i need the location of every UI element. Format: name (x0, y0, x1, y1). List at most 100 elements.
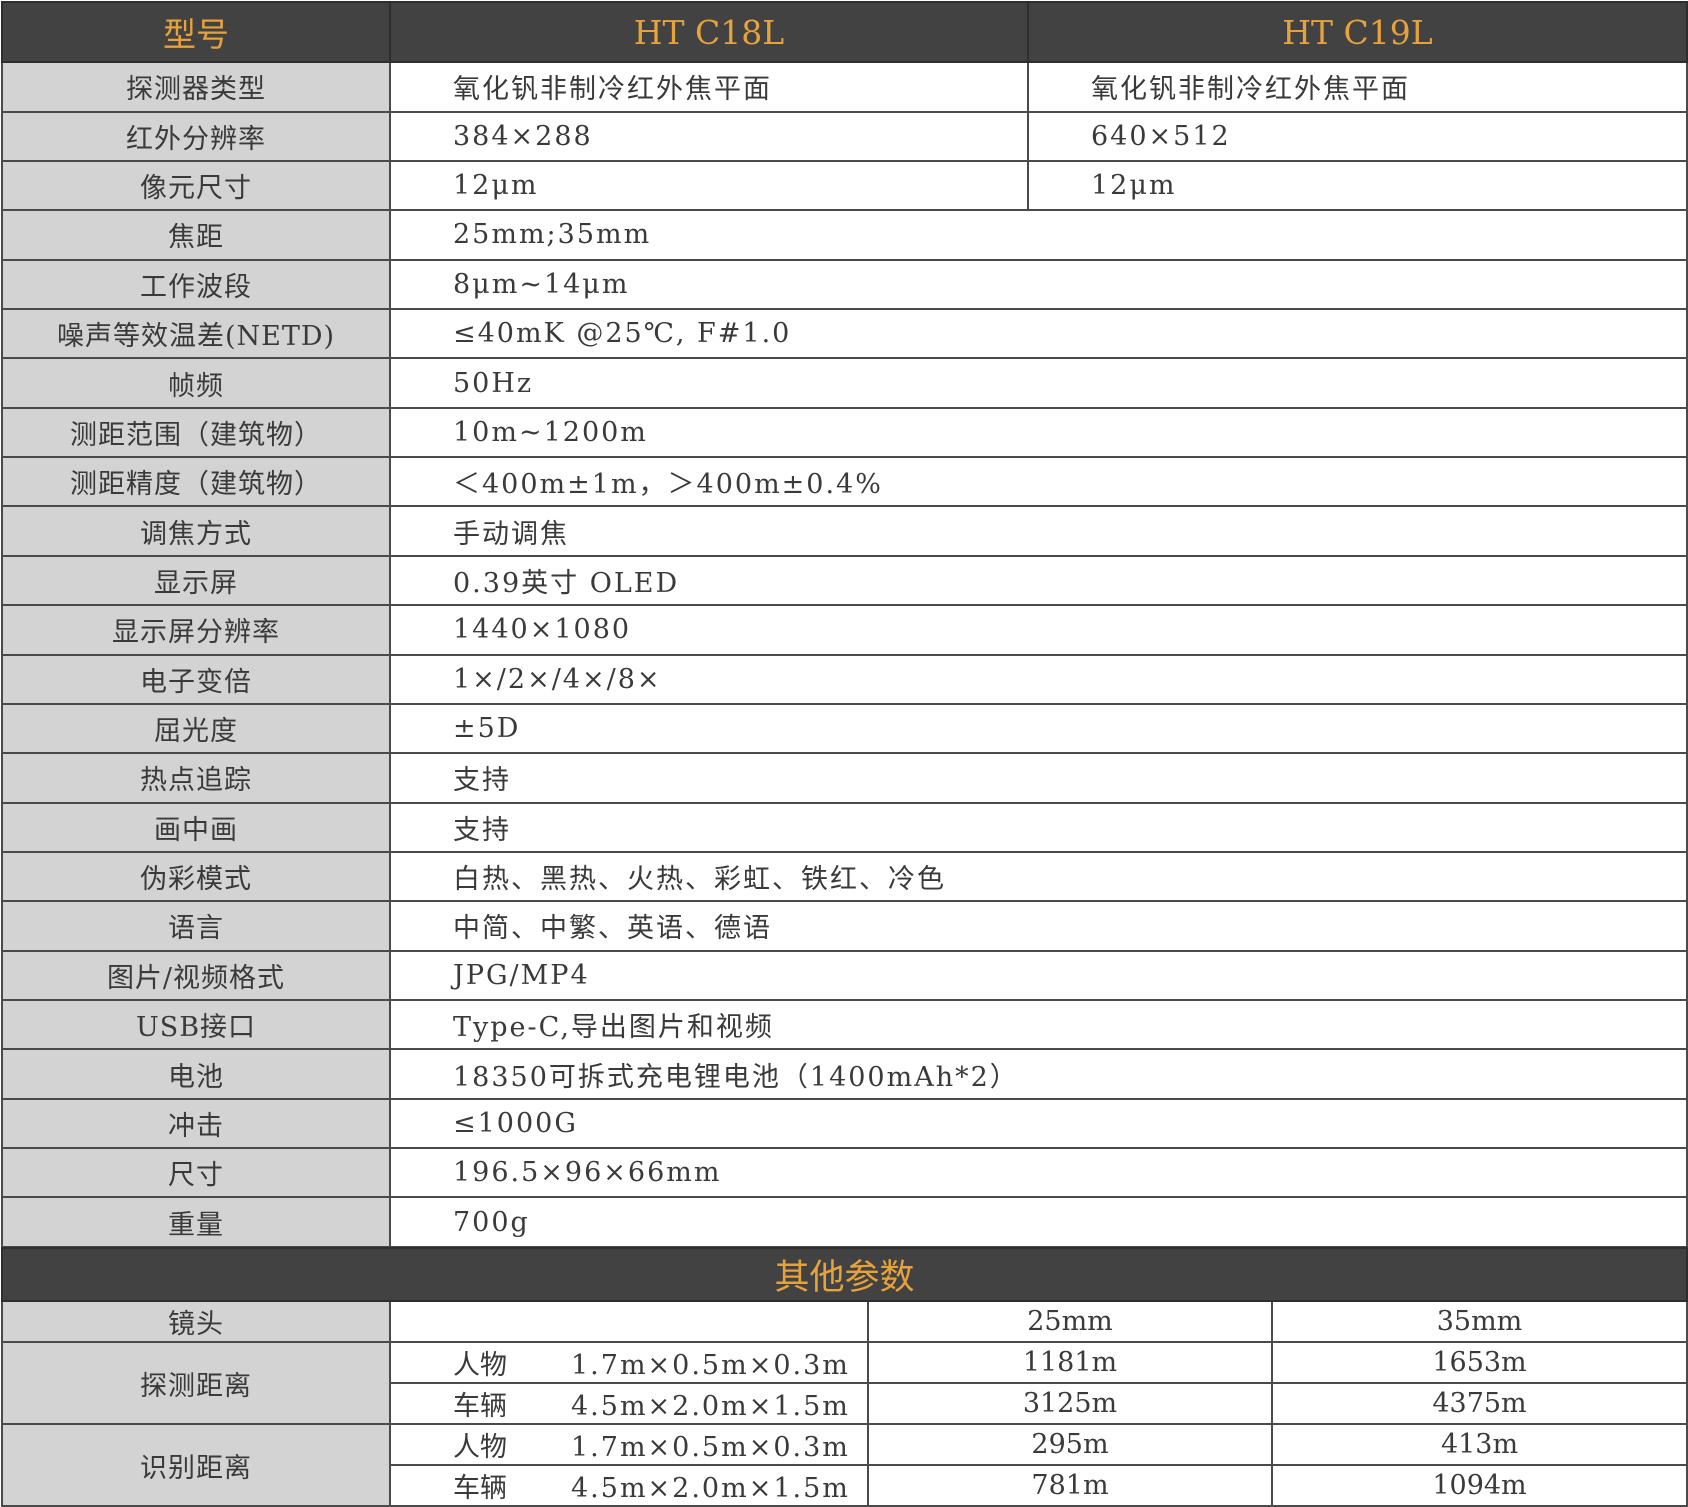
spec-value: Type-C,导出图片和视频 (389, 999, 1688, 1051)
spec-row: 图片/视频格式 JPG/MP4 (1, 949, 1688, 1002)
spec-row: 语言 中简、中繁、英语、德语 (1, 900, 1688, 952)
spec-row: 帧频 50Hz (1, 357, 1688, 409)
spec-row: 测距精度（建筑物） ＜400m±1m，＞400m±0.4% (1, 456, 1688, 508)
spec-label: 帧频 (1, 357, 391, 409)
spec-value: 50Hz (389, 357, 1688, 409)
distance-35mm: 413m (1270, 1423, 1688, 1466)
spec-value: JPG/MP4 (389, 949, 1688, 1002)
spec-row: 电池 18350可拆式充电锂电池（1400mAh*2） (1, 1048, 1688, 1100)
target-cell: 人物 1.7m×0.5m×0.3m (389, 1341, 869, 1384)
lens-row: 镜头 25mm 35mm (1, 1300, 1688, 1343)
other-params-table: 其他参数 镜头 25mm 35mm 探测距离 人物 1.7m×0.5m×0.3m … (0, 1247, 1688, 1507)
lens-label: 镜头 (1, 1300, 391, 1343)
spec-row: 工作波段 8μm~14μm (1, 258, 1688, 310)
other-params-title: 其他参数 (0, 1247, 1688, 1302)
spec-value-c18l: 384×288 (389, 110, 1029, 162)
target-size: 1.7m×0.5m×0.3m (571, 1350, 850, 1381)
spec-label: 像元尺寸 (1, 159, 391, 212)
spec-value: 0.39英寸 OLED (389, 554, 1688, 607)
spec-value: 白热、黑热、火热、彩虹、铁红、冷色 (389, 850, 1688, 903)
spec-value: 8μm~14μm (389, 258, 1688, 310)
spec-row: 探测器类型 氧化钒非制冷红外焦平面 氧化钒非制冷红外焦平面 (1, 61, 1688, 113)
spec-row: 噪声等效温差(NETD) ≤40mK @25℃, F#1.0 (1, 307, 1688, 360)
model-c18l: HT C18L (389, 0, 1029, 64)
lens-25mm: 25mm (867, 1300, 1273, 1343)
spec-row: 冲击 ≤1000G (1, 1097, 1688, 1150)
spec-row: 显示屏分辨率 1440×1080 (1, 604, 1688, 656)
spec-row: USB接口 Type-C,导出图片和视频 (1, 999, 1688, 1051)
spec-label: 电子变倍 (1, 653, 391, 705)
spec-value-c18l: 氧化钒非制冷红外焦平面 (389, 61, 1029, 113)
spec-value: 700g (389, 1196, 1688, 1248)
recognition-distance-label: 识别距离 (1, 1423, 391, 1507)
spec-row: 尺寸 196.5×96×66mm (1, 1147, 1688, 1199)
spec-value: ±5D (389, 702, 1688, 755)
distance-35mm: 1653m (1270, 1341, 1688, 1384)
spec-sheet: 型号 HT C18L HT C19L 探测器类型 氧化钒非制冷红外焦平面 氧化钒… (0, 0, 1688, 1507)
spec-label: 工作波段 (1, 258, 391, 310)
target-cell: 车辆 4.5m×2.0m×1.5m (389, 1464, 869, 1507)
spec-label: 画中画 (1, 801, 391, 853)
spec-value: 1×/2×/4×/8× (389, 653, 1688, 705)
distance-25mm: 781m (867, 1464, 1273, 1507)
spec-value: 196.5×96×66mm (389, 1147, 1688, 1199)
spec-row: 重量 700g (1, 1196, 1688, 1248)
spec-value: 1440×1080 (389, 604, 1688, 656)
spec-label: 尺寸 (1, 1147, 391, 1199)
other-params-header: 其他参数 (0, 1247, 1688, 1302)
spec-label: 伪彩模式 (1, 850, 391, 903)
spec-label: 语言 (1, 900, 391, 952)
spec-label: 探测器类型 (1, 61, 391, 113)
spec-row: 显示屏 0.39英寸 OLED (1, 554, 1688, 607)
spec-label: 电池 (1, 1048, 391, 1100)
spec-value-c18l: 12μm (389, 159, 1029, 212)
distance-25mm: 3125m (867, 1382, 1273, 1425)
spec-table: 型号 HT C18L HT C19L 探测器类型 氧化钒非制冷红外焦平面 氧化钒… (1, 0, 1688, 1248)
spec-value-c19l: 12μm (1027, 159, 1688, 212)
spec-label: 测距范围（建筑物） (1, 406, 391, 459)
distance-25mm: 295m (867, 1423, 1273, 1466)
spec-label: 测距精度（建筑物） (1, 456, 391, 508)
target-cell: 车辆 4.5m×2.0m×1.5m (389, 1382, 869, 1425)
spec-value-c19l: 640×512 (1027, 110, 1688, 162)
distance-25mm: 1181m (867, 1341, 1273, 1384)
spec-row: 调焦方式 手动调焦 (1, 505, 1688, 557)
spec-value: 18350可拆式充电锂电池（1400mAh*2） (389, 1048, 1688, 1100)
spec-label: 显示屏分辨率 (1, 604, 391, 656)
spec-row: 伪彩模式 白热、黑热、火热、彩虹、铁红、冷色 (1, 850, 1688, 903)
distance-35mm: 4375m (1270, 1382, 1688, 1425)
spec-value: ≤1000G (389, 1097, 1688, 1150)
spec-label: 噪声等效温差(NETD) (1, 307, 391, 360)
spec-row: 热点追踪 支持 (1, 752, 1688, 804)
distance-35mm: 1094m (1270, 1464, 1688, 1507)
target-name: 车辆 (453, 1391, 507, 1422)
spec-row: 红外分辨率 384×288 640×512 (1, 110, 1688, 162)
spec-label: 红外分辨率 (1, 110, 391, 162)
spec-label: 图片/视频格式 (1, 949, 391, 1002)
spec-label: 屈光度 (1, 702, 391, 755)
spec-row: 屈光度 ±5D (1, 702, 1688, 755)
spec-label: USB接口 (1, 999, 391, 1051)
target-name: 车辆 (453, 1473, 507, 1504)
spec-label: 重量 (1, 1196, 391, 1248)
model-label: 型号 (1, 0, 391, 64)
target-name: 人物 (453, 1432, 507, 1463)
spec-value: 25mm;35mm (389, 209, 1688, 261)
lens-blank-cell (389, 1300, 869, 1343)
target-cell: 人物 1.7m×0.5m×0.3m (389, 1423, 869, 1466)
spec-row: 焦距 25mm;35mm (1, 209, 1688, 261)
lens-35mm: 35mm (1270, 1300, 1688, 1343)
spec-label: 显示屏 (1, 554, 391, 607)
spec-value: ＜400m±1m，＞400m±0.4% (389, 456, 1688, 508)
spec-value: 支持 (389, 752, 1688, 804)
target-name: 人物 (453, 1350, 507, 1381)
detection-distance-label: 探测距离 (1, 1341, 391, 1425)
spec-label: 调焦方式 (1, 505, 391, 557)
distance-row: 探测距离 人物 1.7m×0.5m×0.3m 1181m 1653m (1, 1341, 1688, 1425)
model-c19l: HT C19L (1027, 0, 1688, 64)
spec-value: 支持 (389, 801, 1688, 853)
spec-value-c19l: 氧化钒非制冷红外焦平面 (1027, 61, 1688, 113)
spec-label: 热点追踪 (1, 752, 391, 804)
target-size: 4.5m×2.0m×1.5m (571, 1473, 850, 1504)
spec-value: ≤40mK @25℃, F#1.0 (389, 307, 1688, 360)
